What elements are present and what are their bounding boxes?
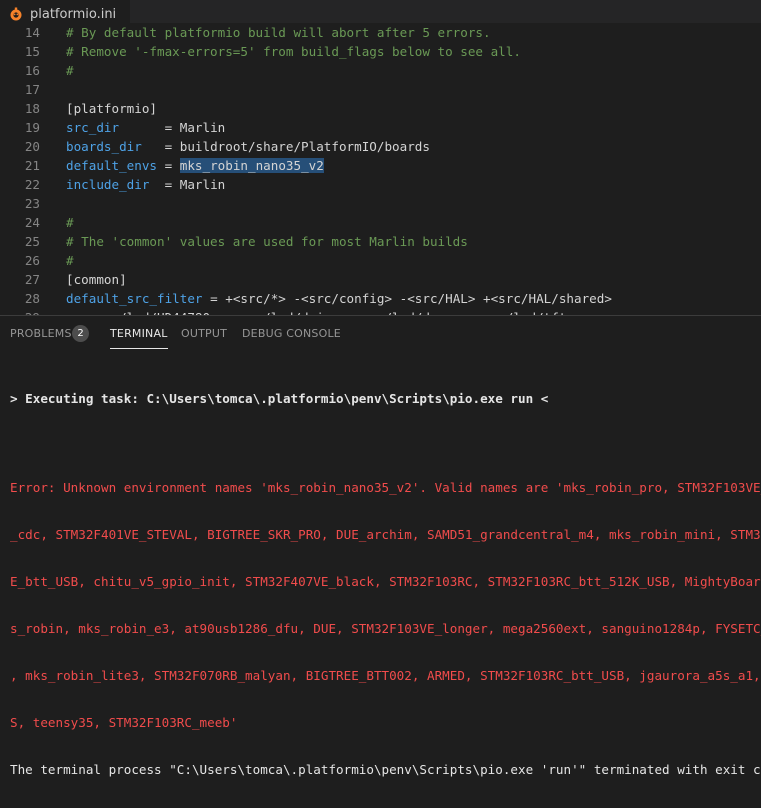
code-line: 27 [common] [0,270,761,289]
problems-count-badge: 2 [72,325,89,342]
code-line: 22 include_dir = Marlin [0,175,761,194]
line-number: 18 [24,101,40,116]
terminal-error-line: S, teensy35, STM32F103RC_meeb' [10,715,238,730]
bottom-panel: PROBLEMS 2 TERMINAL OUTPUT DEBUG CONSOLE… [0,315,761,777]
code-line: 26 # [0,251,761,270]
terminal-error-line: _cdc, STM32F401VE_STEVAL, BIGTREE_SKR_PR… [10,527,761,542]
code-editor[interactable]: 14 # By default platformio build will abo… [0,23,761,315]
code-token-text: = +<src/*> -<src/config> -<src/HAL> +<sr… [202,291,612,306]
code-token-key: default_envs [66,158,157,173]
code-line: 25 # The 'common' values are used for mos… [0,232,761,251]
code-text: # The 'common' values are used for most … [66,232,468,251]
code-text: boards_dir = buildroot/share/PlatformIO/… [66,137,430,156]
code-token-comment: # [66,63,74,78]
tab-problems[interactable]: PROBLEMS [10,316,72,352]
terminal-task-line: > Executing task: C:\Users\tomca\.platfo… [10,391,549,406]
code-text: [platformio] [66,99,157,118]
code-line: 21 default_envs = mks_robin_nano35_v2 [0,156,761,175]
code-token-text: = Marlin [149,177,226,192]
code-text: src_dir = Marlin [66,118,225,137]
line-number: 26 [24,253,40,268]
code-text: [common] [66,270,127,289]
code-line: 24 # [0,213,761,232]
line-number: 19 [24,120,40,135]
code-text: # Remove '-fmax-errors=5' from build_fla… [66,42,521,61]
tab-debug-console-label: DEBUG CONSOLE [242,327,341,340]
code-line: 17 [0,80,761,99]
line-number: 24 [24,215,40,230]
code-text: default_src_filter = +<src/*> -<src/conf… [66,289,612,308]
code-text: default_envs = mks_robin_nano35_v2 [66,156,324,175]
tab-output[interactable]: OUTPUT [181,316,227,352]
code-line: 19 src_dir = Marlin [0,118,761,137]
tab-terminal[interactable]: TERMINAL [110,316,168,352]
selection-highlight: mks_robin_nano35_v2 [179,158,324,173]
code-token-section: [platformio] [66,101,157,116]
line-number: 20 [24,139,40,154]
code-line: 16 # [0,61,761,80]
line-number: 16 [24,63,40,78]
code-token-key: default_src_filter [66,291,203,306]
line-number: 15 [24,44,40,59]
code-token-comment: # Remove '-fmax-errors=5' from build_fla… [66,44,521,59]
line-number: 17 [24,82,40,97]
code-line: 29 -<src/lcd/HD44780> -<src/lcd/dwin> -<… [0,308,761,315]
code-line: 18 [platformio] [0,99,761,118]
code-text: # [66,61,74,80]
terminal-error-line: s_robin, mks_robin_e3, at90usb1286_dfu, … [10,621,761,636]
tab-output-label: OUTPUT [181,327,228,340]
code-line: 20 boards_dir = buildroot/share/PlatformI… [0,137,761,156]
code-line: 23 [0,194,761,213]
tab-problems-label: PROBLEMS [10,327,72,340]
code-line: 15 # Remove '-fmax-errors=5' from build_f… [0,42,761,61]
code-text: -<src/lcd/HD44780> -<src/lcd/dwin> -<src… [66,308,574,315]
terminal-error-line: , mks_robin_lite3, STM32F070RB_malyan, B… [10,668,761,683]
code-token-text: = buildroot/share/PlatformIO/boards [141,139,430,154]
line-number: 14 [24,25,40,40]
tab-title: platformio.ini [30,6,117,22]
line-number: 23 [24,196,40,211]
code-token-section: [common] [66,272,127,287]
terminal-output[interactable]: > Executing task: C:\Users\tomca\.platfo… [10,360,761,808]
code-token-key: boards_dir [66,139,142,154]
line-number: 21 [24,158,40,173]
line-number: 27 [24,272,40,287]
tab-debug-console[interactable]: DEBUG CONSOLE [242,316,341,352]
code-text: # [66,251,74,270]
terminal-error-line: E_btt_USB, chitu_v5_gpio_init, STM32F407… [10,574,761,589]
terminal-error-line: Error: Unknown environment names 'mks_ro… [10,480,761,495]
terminal-exit-line: The terminal process "C:\Users\tomca\.pl… [10,762,761,777]
line-number: 25 [24,234,40,249]
line-number: 22 [24,177,40,192]
code-token-comment: # [66,253,74,268]
tab-terminal-label: TERMINAL [110,327,168,340]
code-token-text: = Marlin [119,120,226,135]
code-token-comment: # By default platformio build will abort… [66,25,491,40]
code-line: 14 # By default platformio build will abo… [0,23,761,42]
platformio-icon [8,6,24,22]
code-token-key: include_dir [66,177,150,192]
code-token-key: src_dir [66,120,120,135]
code-token-comment: # The 'common' values are used for most … [66,234,468,249]
code-token-comment: # [66,215,74,230]
code-text: include_dir = Marlin [66,175,225,194]
code-text: # [66,213,74,232]
code-token-text: = mks_robin_nano35_v2 [157,158,324,173]
line-number: 29 [0,308,40,315]
code-line: 28 default_src_filter = +<src/*> -<src/co… [0,289,761,308]
code-text: # By default platformio build will abort… [66,23,491,42]
line-number: 28 [24,291,40,306]
panel-tabs: PROBLEMS 2 TERMINAL OUTPUT DEBUG CONSOLE [0,316,761,352]
